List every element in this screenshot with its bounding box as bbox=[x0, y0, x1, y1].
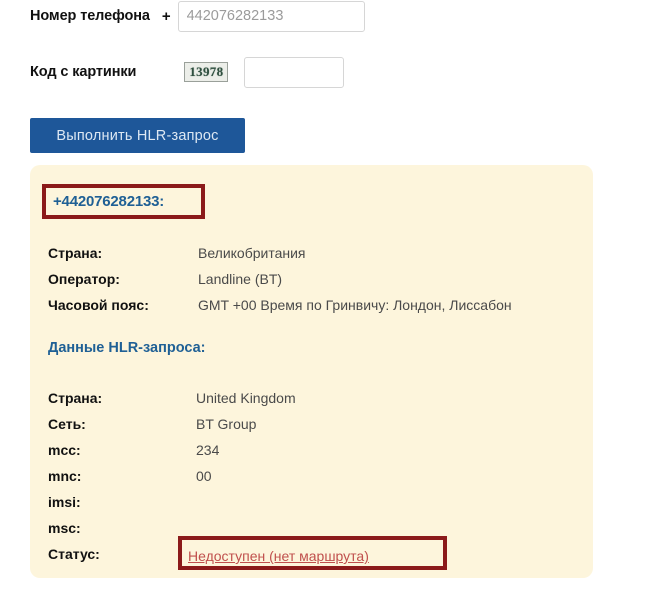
info-row: mnc: 00 bbox=[48, 463, 296, 489]
basic-info-body: Страна: Великобритания Оператор: Landline (… bbox=[48, 240, 512, 318]
info-row: mcc: 234 bbox=[48, 437, 296, 463]
info-row: imsi: bbox=[48, 489, 296, 515]
info-row: Сеть: BT Group bbox=[48, 411, 296, 437]
info-row-value: 00 bbox=[196, 468, 212, 484]
info-row-label: Страна: bbox=[48, 390, 103, 406]
info-row: Страна: United Kingdom bbox=[48, 385, 296, 411]
info-row-value: BT Group bbox=[196, 416, 257, 432]
hlr-data-heading: Данные HLR-запроса: bbox=[48, 340, 206, 356]
captcha-image: 13978 bbox=[184, 62, 229, 82]
info-row-label: Страна: bbox=[48, 245, 103, 261]
phone-heading-annotation-box: +442076282133: bbox=[42, 184, 205, 219]
submit-hlr-request-button[interactable]: Выполнить HLR-запрос bbox=[30, 118, 245, 153]
info-row-label: Сеть: bbox=[48, 416, 86, 432]
info-row-value: Landline (BT) bbox=[198, 271, 283, 287]
phone-number-form-row: Номер телефона + bbox=[30, 0, 365, 32]
info-row-label: imsi: bbox=[48, 494, 81, 510]
hlr-result-panel: +442076282133: Страна: Великобритания Опер… bbox=[30, 165, 593, 578]
info-row-label: mnc: bbox=[48, 468, 82, 484]
captcha-label: Код с картинки bbox=[30, 64, 137, 80]
info-row-value: 234 bbox=[196, 442, 220, 458]
info-row-label: msc: bbox=[48, 520, 81, 536]
result-phone-heading: +442076282133: bbox=[53, 193, 165, 210]
plus-prefix: + bbox=[161, 7, 171, 25]
info-row-label: Часовой пояс: bbox=[48, 297, 149, 313]
info-row-value bbox=[196, 489, 296, 515]
captcha-input[interactable] bbox=[244, 56, 345, 88]
info-row: Оператор: Landline (BT) bbox=[48, 266, 512, 292]
info-row-label: mcc: bbox=[48, 442, 81, 458]
info-row-label: Оператор: bbox=[48, 271, 120, 287]
info-row: Страна: Великобритания bbox=[48, 240, 512, 266]
status-label: Статус: bbox=[48, 546, 100, 562]
phone-number-input[interactable] bbox=[177, 0, 365, 32]
captcha-form-row: Код с картинки 13978 bbox=[30, 56, 345, 88]
info-row-value: Великобритания bbox=[198, 245, 306, 261]
phone-number-label: Номер телефона bbox=[30, 8, 150, 24]
info-row-value: United Kingdom bbox=[196, 390, 296, 406]
basic-info-table: Страна: Великобритания Оператор: Landline (… bbox=[48, 240, 512, 318]
info-row: Часовой пояс: GMT +00 Время по Гринвичу: … bbox=[48, 292, 512, 318]
status-badge: Недоступен (нет маршрута) bbox=[188, 548, 369, 564]
info-row-value: GMT +00 Время по Гринвичу: Лондон, Лисса… bbox=[198, 297, 512, 313]
